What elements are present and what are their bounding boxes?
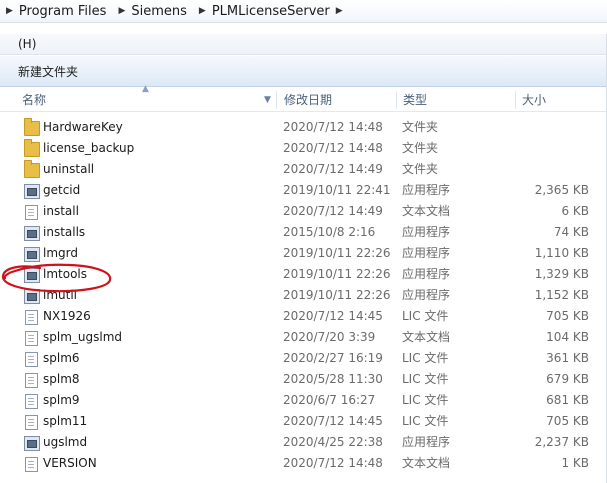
text-document-icon: [25, 205, 38, 220]
text-document-icon: [25, 331, 38, 346]
folder-icon: [24, 160, 40, 178]
license-file-icon: [25, 310, 38, 325]
file-row-hardwarekey[interactable]: HardwareKey 2020/7/12 14:48 文件夹: [0, 117, 607, 138]
chevron-right-icon: ▶: [198, 6, 206, 16]
file-row-splm9[interactable]: splm9 2020/6/7 16:27 LIC 文件 681 KB: [0, 390, 607, 411]
sort-up-icon: ▲: [142, 84, 149, 94]
breadcrumb-siemens[interactable]: ▶ Siemens: [112, 4, 192, 19]
application-icon: [24, 247, 40, 262]
file-list: HardwareKey 2020/7/12 14:48 文件夹 license_…: [0, 117, 607, 474]
menu-help[interactable]: (H): [0, 37, 36, 51]
file-row-lmutil[interactable]: lmutil 2019/10/11 22:26 应用程序 1,152 KB: [0, 285, 607, 306]
address-bar[interactable]: ▶ Program Files ▶ Siemens ▶ PLMLicenseSe…: [0, 0, 607, 23]
file-row-version[interactable]: VERSION 2020/7/12 14:48 文本文档 1 KB: [0, 453, 607, 474]
column-divider[interactable]: [276, 91, 277, 109]
lmtools-application-icon: [24, 268, 40, 283]
license-file-icon: [25, 352, 38, 367]
folder-icon: [24, 139, 40, 157]
column-header-row: ▲ 名称 ▼ 修改日期 类型 大小: [0, 84, 607, 112]
license-file-icon: [25, 373, 38, 388]
folder-icon: [24, 118, 40, 136]
file-row-splm-ugslmd[interactable]: splm_ugslmd 2020/7/20 3:39 文本文档 104 KB: [0, 327, 607, 348]
file-row-nx1926[interactable]: NX1926 2020/7/12 14:45 LIC 文件 705 KB: [0, 306, 607, 327]
column-divider[interactable]: [515, 91, 516, 109]
application-icon: [24, 226, 40, 241]
chevron-right-icon: ▶: [6, 6, 13, 16]
license-file-icon: [25, 394, 38, 409]
menu-bar: (H): [0, 34, 607, 55]
chevron-right-icon: ▶: [335, 6, 343, 16]
file-row-splm11[interactable]: splm11 2020/7/12 14:45 LIC 文件 705 KB: [0, 411, 607, 432]
file-row-uninstall[interactable]: uninstall 2020/7/12 14:49 文件夹: [0, 159, 607, 180]
spacer: [0, 23, 607, 33]
file-row-splm8[interactable]: splm8 2020/5/28 11:30 LIC 文件 679 KB: [0, 369, 607, 390]
breadcrumb-plmlicenseserver[interactable]: ▶ PLMLicenseServer ▶: [193, 4, 349, 19]
text-document-icon: [25, 457, 38, 472]
file-row-splm6[interactable]: splm6 2020/2/27 16:19 LIC 文件 361 KB: [0, 348, 607, 369]
new-folder-button[interactable]: 新建文件夹: [0, 63, 78, 80]
application-icon: [24, 436, 40, 451]
application-icon: [24, 184, 40, 199]
chevron-down-icon[interactable]: ▼: [264, 89, 271, 111]
file-row-lmgrd[interactable]: lmgrd 2019/10/11 22:26 应用程序 1,110 KB: [0, 243, 607, 264]
breadcrumb-program-files[interactable]: ▶ Program Files: [0, 4, 112, 19]
file-row-getcid[interactable]: getcid 2019/10/11 22:41 应用程序 2,365 KB: [0, 180, 607, 201]
file-row-license-backup[interactable]: license_backup 2020/7/12 14:48 文件夹: [0, 138, 607, 159]
application-icon: [24, 289, 40, 304]
file-row-ugslmd[interactable]: ugslmd 2020/4/25 22:38 应用程序 2,237 KB: [0, 432, 607, 453]
column-header-name[interactable]: 名称: [22, 89, 46, 111]
column-divider[interactable]: [396, 91, 397, 109]
column-header-size[interactable]: 大小: [522, 89, 546, 111]
file-row-installs[interactable]: installs 2015/10/8 2:16 应用程序 74 KB: [0, 222, 607, 243]
file-row-install[interactable]: install 2020/7/12 14:49 文本文档 6 KB: [0, 201, 607, 222]
column-header-type[interactable]: 类型: [403, 89, 427, 111]
license-file-icon: [25, 415, 38, 430]
toolbar: 新建文件夹: [0, 56, 607, 87]
chevron-right-icon: ▶: [118, 6, 126, 16]
file-row-lmtools[interactable]: lmtools 2019/10/11 22:26 应用程序 1,329 KB: [0, 264, 607, 285]
column-header-date[interactable]: 修改日期: [284, 89, 332, 111]
